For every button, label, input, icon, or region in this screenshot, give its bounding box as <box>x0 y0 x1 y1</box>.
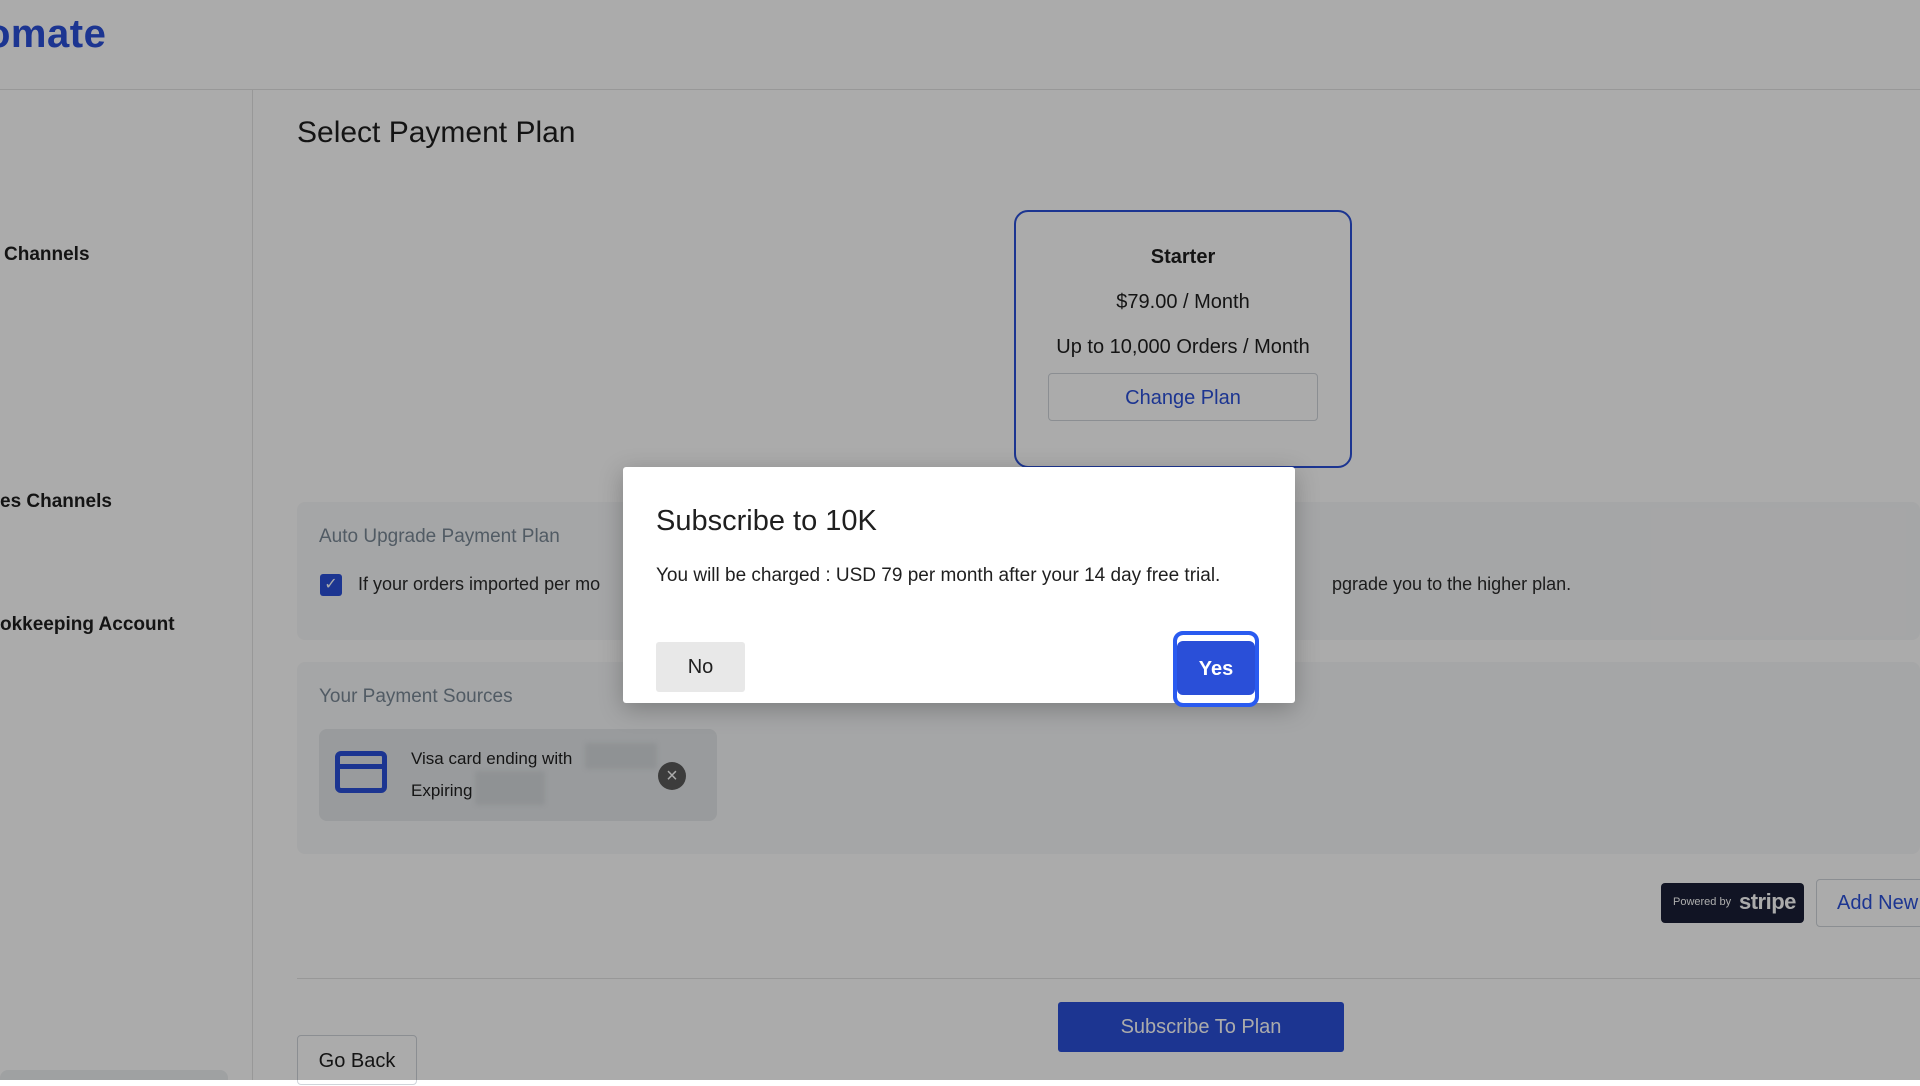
dialog-message: You will be charged : USD 79 per month a… <box>656 565 1221 586</box>
subscribe-confirm-dialog: Subscribe to 10K You will be charged : U… <box>623 467 1295 707</box>
no-button[interactable]: No <box>656 642 745 692</box>
dialog-title: Subscribe to 10K <box>656 505 877 537</box>
yes-button[interactable]: Yes <box>1173 631 1259 707</box>
